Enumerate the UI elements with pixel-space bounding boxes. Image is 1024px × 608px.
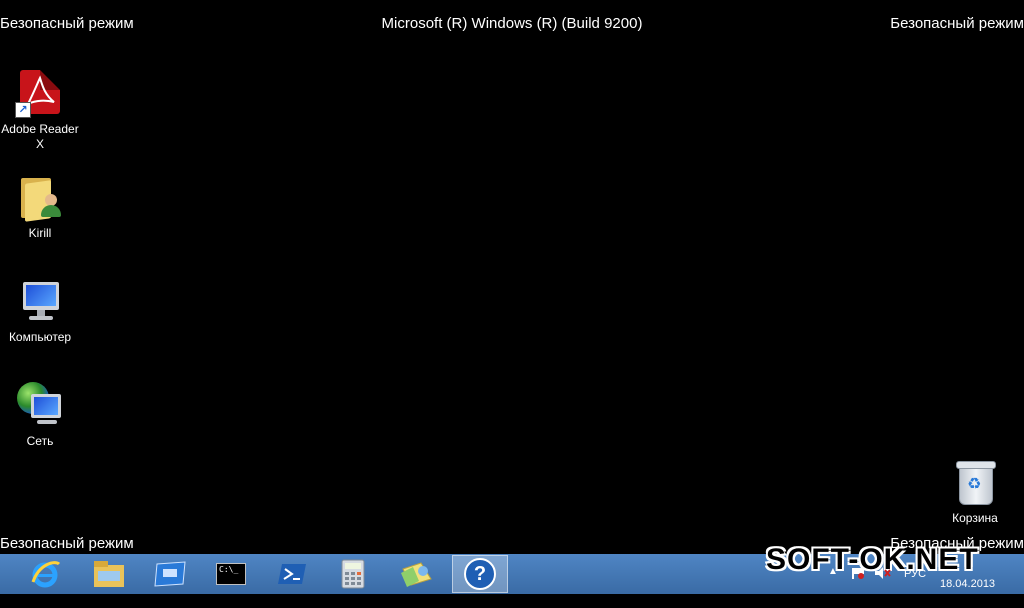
help-icon-glyph: ?: [473, 563, 487, 585]
taskbar-calculator[interactable]: [326, 556, 380, 592]
desktop-icon-kirill[interactable]: Kirill: [0, 172, 80, 241]
action-center-flag-icon[interactable]: [850, 566, 866, 606]
taskbar-file-explorer[interactable]: [82, 556, 136, 592]
internet-explorer-icon: [31, 561, 61, 588]
language-indicator[interactable]: РУС: [904, 568, 926, 608]
network-icon: [15, 380, 65, 430]
desktop-icon-network[interactable]: Сеть: [0, 380, 80, 449]
desktop-icon-computer[interactable]: Компьютер: [0, 276, 80, 345]
desktop-icon-recycle-bin[interactable]: ♻ Корзина: [935, 457, 1015, 526]
taskbar-paint[interactable]: [390, 556, 444, 592]
build-info: Microsoft (R) Windows (R) (Build 9200): [381, 15, 643, 32]
safe-mode-label-bottom-left: Безопасный режим: [0, 535, 134, 552]
powershell-icon: [278, 564, 306, 584]
command-prompt-icon: C:\_: [216, 563, 246, 585]
taskbar-window-app[interactable]: [143, 556, 197, 592]
show-hidden-icons-arrow[interactable]: ▲: [828, 566, 838, 606]
user-folder-icon: [15, 172, 65, 222]
adobe-reader-icon: ↗: [15, 68, 65, 118]
desktop-icon-label: Компьютер: [8, 330, 72, 344]
volume-icon[interactable]: [874, 566, 892, 606]
taskbar-powershell[interactable]: [265, 556, 319, 592]
paint-icon: [401, 562, 432, 587]
desktop-icon-adobe-reader[interactable]: ↗ Adobe Reader X: [0, 68, 80, 152]
taskbar-internet-explorer[interactable]: [18, 556, 72, 592]
help-icon: ?: [464, 558, 496, 590]
desktop-icon-label: Сеть: [26, 434, 54, 448]
window-app-icon: [154, 561, 186, 587]
calculator-icon: [341, 559, 365, 589]
desktop-icon-label: Adobe Reader X: [1, 122, 79, 151]
desktop-icon-label: Корзина: [952, 511, 998, 525]
taskbar-command-prompt[interactable]: C:\_: [204, 556, 258, 592]
watermark: SOFT-OK.NET: [766, 543, 979, 576]
safe-mode-label-top-right: Безопасный режим: [890, 15, 1024, 32]
recycle-bin-icon: ♻: [950, 457, 1000, 507]
desktop-icon-label: Kirill: [28, 226, 52, 240]
command-prompt-text: C:\_: [219, 565, 239, 574]
computer-icon: [15, 276, 65, 326]
clock-date[interactable]: 18.04.2013: [940, 578, 995, 590]
file-explorer-icon: [94, 561, 124, 587]
taskbar-help[interactable]: ?: [452, 555, 508, 593]
